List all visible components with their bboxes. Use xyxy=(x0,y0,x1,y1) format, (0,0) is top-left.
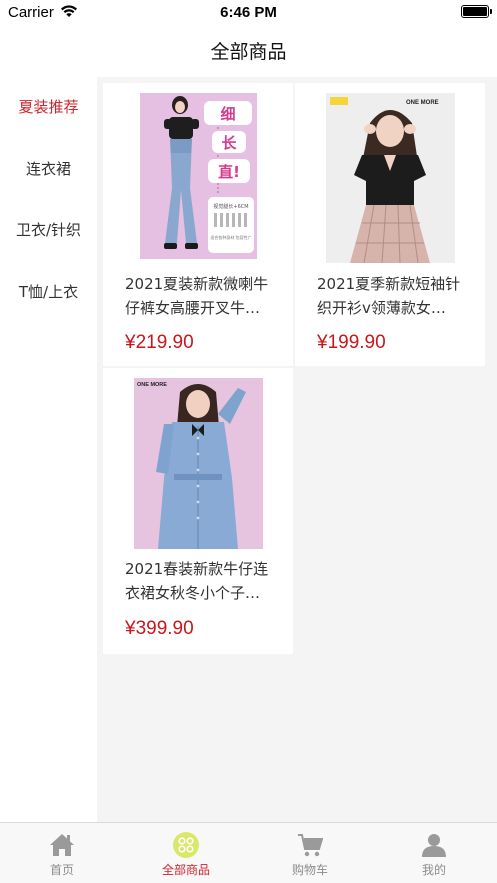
product-card[interactable]: ONE MORE 2021夏季新款短袖针 织开衫v领薄款女… ¥199.90 xyxy=(295,83,485,366)
product-price: ¥399.90 xyxy=(125,618,194,639)
product-image[interactable]: 细 长 直! 视觉腿长+6CM 适合各种身材 包容性广 xyxy=(140,93,257,259)
product-image[interactable]: ONE MORE xyxy=(134,378,263,549)
product-title[interactable]: 2021春装新款牛仔连 衣裙女秋冬小个子… xyxy=(125,557,285,605)
user-icon xyxy=(422,834,446,857)
product-title-line: 织开衫v领薄款女… xyxy=(317,299,446,317)
product-title-line: 仔裤女高腰开叉牛… xyxy=(125,299,261,317)
tab-label: 首页 xyxy=(49,863,74,877)
tab-profile[interactable]: 我的 xyxy=(372,823,496,883)
bubble-text: 长 xyxy=(221,134,237,152)
product-card[interactable]: 细 长 直! 视觉腿长+6CM 适合各种身材 包容性广 2021夏装新款微喇牛 … xyxy=(103,83,293,366)
product-photo-cardigan: ONE MORE xyxy=(326,93,455,263)
page-title: 全部商品 xyxy=(210,41,287,63)
product-title-line: 2021夏季新款短袖针 xyxy=(317,275,461,293)
tab-label: 我的 xyxy=(421,863,446,877)
product-photo-jeans: 细 长 直! 视觉腿长+6CM 适合各种身材 包容性广 xyxy=(140,93,257,259)
tab-cart[interactable]: 购物车 xyxy=(248,823,372,883)
product-title-line: 2021春装新款牛仔连 xyxy=(125,560,269,578)
tab-home[interactable]: 首页 xyxy=(0,823,124,883)
product-photo-denim-dress: ONE MORE xyxy=(134,378,263,549)
sidebar-item-dresses[interactable]: 连衣裙 xyxy=(0,158,97,179)
product-title[interactable]: 2021夏季新款短袖针 织开衫v领薄款女… xyxy=(317,272,477,320)
status-time: 6:46 PM xyxy=(220,4,277,21)
battery-icon xyxy=(461,5,492,18)
product-price: ¥199.90 xyxy=(317,332,386,353)
product-grid: 细 长 直! 视觉腿长+6CM 适合各种身材 包容性广 2021夏装新款微喇牛 … xyxy=(97,77,497,822)
sidebar-item-summer[interactable]: 夏装推荐 xyxy=(0,96,97,117)
brand-logo: ONE MORE xyxy=(137,382,167,388)
tab-all-products[interactable]: 全部商品 xyxy=(124,823,248,883)
cart-icon xyxy=(298,834,323,857)
tab-label: 全部商品 xyxy=(161,863,210,877)
brand-logo: ONE MORE xyxy=(406,100,439,106)
home-icon xyxy=(50,834,74,856)
tab-label: 购物车 xyxy=(291,863,328,877)
bubble-text: 细 xyxy=(220,105,235,123)
image-caption: 视觉腿长+6CM xyxy=(213,203,248,210)
product-title[interactable]: 2021夏装新款微喇牛 仔裤女高腰开叉牛… xyxy=(125,272,285,320)
product-image[interactable]: ONE MORE xyxy=(326,93,455,263)
status-bar: Carrier 6:46 PM xyxy=(0,0,497,26)
bubble-text: 直! xyxy=(218,163,240,181)
category-sidebar: 夏装推荐 连衣裙 卫衣/针织 T恤/上衣 xyxy=(0,77,97,822)
tab-bar: 首页 全部商品 购物车 我的 xyxy=(0,822,497,883)
sidebar-item-tshirts[interactable]: T恤/上衣 xyxy=(0,281,97,302)
sidebar-item-sweaters[interactable]: 卫衣/针织 xyxy=(0,219,97,240)
product-price: ¥219.90 xyxy=(125,332,194,353)
grid-icon xyxy=(173,832,199,858)
product-card[interactable]: ONE MORE 2021春装新款牛仔连 衣裙女秋冬小个子… ¥399.90 xyxy=(103,368,293,654)
image-footnote: 适合各种身材 包容性广 xyxy=(210,234,251,240)
product-title-line: 衣裙女秋冬小个子… xyxy=(125,584,261,602)
product-title-line: 2021夏装新款微喇牛 xyxy=(125,275,269,293)
